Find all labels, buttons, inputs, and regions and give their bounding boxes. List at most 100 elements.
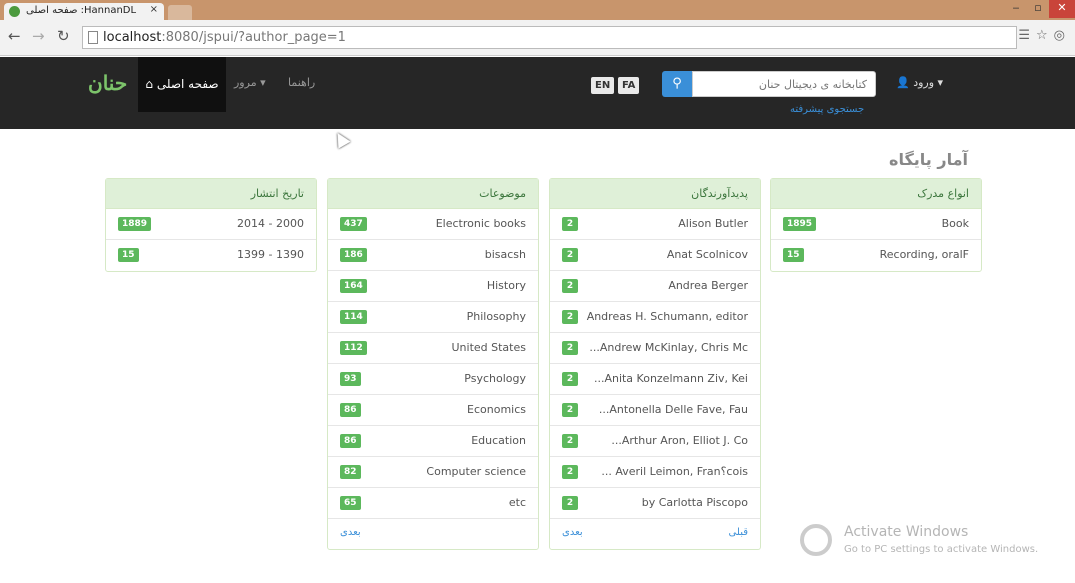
lang-en-button[interactable]: EN [591,77,615,94]
item-label[interactable]: bisacsh [485,248,526,261]
list-item[interactable]: 65 etc [328,488,538,519]
count-badge: 2 [562,465,578,479]
advanced-search-link[interactable]: جستجوی پیشرفته [790,104,864,115]
mouse-cursor-icon [331,129,351,149]
minimize-icon[interactable]: ‒ [1005,0,1027,18]
list-item[interactable]: 2 Alison Butler [550,209,760,240]
forward-arrow-icon[interactable]: → [32,27,45,45]
panel-dates: تاریخ انتشار 1889 2014 - 2000 15 1399 - 13… [105,178,317,272]
item-label[interactable]: Psychology [464,372,526,385]
next-page-link[interactable]: بعدی [340,527,361,538]
browse-menu[interactable]: مرور ▾ [234,76,266,89]
list-item[interactable]: 114 Philosophy [328,302,538,333]
item-label[interactable]: Economics [467,403,526,416]
item-label[interactable]: 1399 - 1390 [237,248,304,261]
item-label[interactable]: Andreas H. Schumann, editor [587,310,748,323]
item-label[interactable]: Education [471,434,526,447]
site-logo[interactable]: حنان [88,71,127,95]
count-badge: 2 [562,496,578,510]
toolbar-icons[interactable]: ☰☆◎ [1018,28,1071,43]
count-badge: 2 [562,403,578,417]
item-label[interactable]: Philosophy [467,310,526,323]
count-badge: 86 [340,403,361,417]
login-label: ورود ▾ [913,76,944,89]
list-item[interactable]: 186 bisacsh [328,240,538,271]
list-item[interactable]: 82 Computer science [328,457,538,488]
item-label[interactable]: 2014 - 2000 [237,217,304,230]
list-item[interactable]: 86 Economics [328,395,538,426]
home-nav-link[interactable]: ⌂ صفحه اصلی [138,57,226,112]
count-badge: 2 [562,434,578,448]
count-badge: 82 [340,465,361,479]
list-item[interactable]: 437 Electronic books [328,209,538,240]
list-item[interactable]: 1895 Book [771,209,981,240]
item-label[interactable]: Book [942,217,969,230]
item-label[interactable]: Anat Scolnicov [667,248,748,261]
item-label[interactable]: ...Arthur Aron, Elliot J. Co [611,434,748,447]
next-page-link[interactable]: بعدی [562,527,583,538]
list-item[interactable]: 2 Andreas H. Schumann, editor [550,302,760,333]
list-item[interactable]: 93 Psychology [328,364,538,395]
item-label[interactable]: Electronic books [436,217,526,230]
list-item[interactable]: 15 1399 - 1390 [106,240,316,271]
item-label[interactable]: ...Antonella Delle Fave, Fau [599,403,748,416]
count-badge: 1889 [118,217,152,231]
new-tab-button[interactable] [168,5,192,20]
item-label[interactable]: United States [452,341,527,354]
maximize-icon[interactable]: ▫ [1027,0,1049,18]
list-item[interactable]: 1889 2014 - 2000 [106,209,316,240]
item-label[interactable]: ... Averil Leimon, Fran؟cois [601,465,748,478]
search-input[interactable] [692,71,876,97]
count-badge: 1895 [783,217,817,231]
count-badge: 93 [340,372,361,386]
list-item[interactable]: 86 Education [328,426,538,457]
item-label[interactable]: History [487,279,526,292]
item-label[interactable]: Recording, oralF [880,248,969,261]
item-label[interactable]: ...Anita Konzelmann Ziv, Kei [594,372,748,385]
count-badge: 2 [562,372,578,386]
search-button[interactable]: ⚲ [662,71,692,97]
count-badge: 15 [783,248,804,262]
tab-close-icon[interactable]: × [150,4,158,15]
list-item[interactable]: 2 ... Averil Leimon, Fran؟cois [550,457,760,488]
item-label[interactable]: etc [509,496,526,509]
panel-footer: بعدی [328,519,538,549]
count-badge: 15 [118,248,139,262]
list-item[interactable]: 2 by Carlotta Piscopo [550,488,760,519]
item-label[interactable]: ...Andrew McKinlay, Chris Mc [589,341,748,354]
tab-title: صفحه اصلی :HannanDL [26,5,137,16]
item-label[interactable]: Andrea Berger [668,279,748,292]
search-icon: ⚲ [672,76,682,91]
list-item[interactable]: 164 History [328,271,538,302]
browser-tab[interactable]: صفحه اصلی :HannanDL × [4,3,164,20]
count-badge: 86 [340,434,361,448]
login-menu[interactable]: 👤 ورود ▾ [896,76,943,89]
list-item[interactable]: 2 ...Anita Konzelmann Ziv, Kei [550,364,760,395]
panel-heading: موضوعات [328,179,538,209]
count-badge: 2 [562,279,578,293]
prev-page-link[interactable]: قبلی [729,527,748,538]
watermark-title: Activate Windows [844,524,969,540]
close-window-icon[interactable]: ✕ [1049,0,1075,18]
item-label[interactable]: by Carlotta Piscopo [642,496,748,509]
url-input[interactable]: localhost:8080/jspui/?author_page=1 [82,26,1017,49]
panel-heading: تاریخ انتشار [106,179,316,209]
list-item[interactable]: 112 United States [328,333,538,364]
help-link[interactable]: راهنما [288,76,315,89]
item-label[interactable]: Alison Butler [678,217,748,230]
count-badge: 112 [340,341,367,355]
count-badge: 2 [562,310,578,324]
site-navbar: حنان ⌂ صفحه اصلی مرور ▾ راهنما EN FA ⚲ ج… [0,57,1075,129]
item-label[interactable]: Computer science [426,465,526,478]
list-item[interactable]: 2 ...Arthur Aron, Elliot J. Co [550,426,760,457]
reload-icon[interactable]: ↻ [57,27,70,45]
list-item[interactable]: 2 Andrea Berger [550,271,760,302]
site-favicon-icon [9,6,20,17]
user-icon: 👤 [896,76,910,89]
list-item[interactable]: 2 ...Andrew McKinlay, Chris Mc [550,333,760,364]
back-arrow-icon[interactable]: ← [8,27,21,45]
list-item[interactable]: 2 Anat Scolnicov [550,240,760,271]
list-item[interactable]: 15 Recording, oralF [771,240,981,271]
list-item[interactable]: 2 ...Antonella Delle Fave, Fau [550,395,760,426]
lang-fa-button[interactable]: FA [618,77,640,94]
